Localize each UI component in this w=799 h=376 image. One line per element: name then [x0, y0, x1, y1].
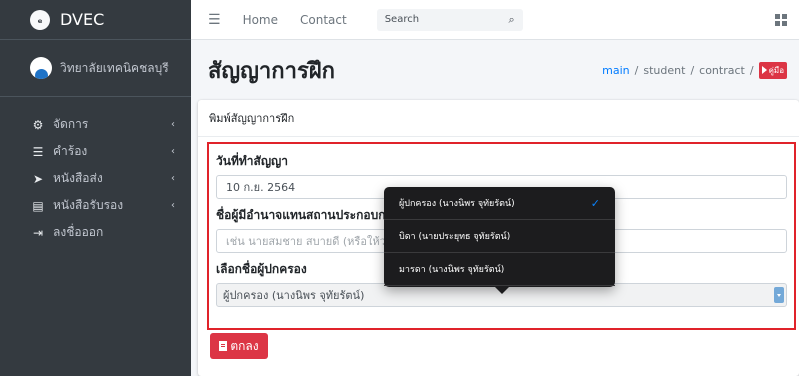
breadcrumb: main / student / contract / คู่มือ [602, 61, 787, 79]
nav-link-home[interactable]: Home [243, 13, 278, 27]
dropdown-option-mother[interactable]: มารดา (นางนิพร จุทัยรัตน์) [384, 253, 615, 286]
contract-date-label: วันที่ทำสัญญา [216, 154, 289, 168]
list-icon: ☰ [32, 144, 44, 159]
brand-logo-mark: ₑ [37, 13, 43, 26]
search-placeholder: Search [384, 14, 420, 25]
breadcrumb-contract: contract [699, 63, 745, 77]
sidebar-item-sign-out[interactable]: ⇥ ลงชื่อออก [0, 219, 191, 246]
sidebar-item-requests[interactable]: ☰ คำร้อง ‹ [0, 138, 191, 165]
submit-button[interactable]: ตกลง [210, 333, 268, 359]
certificate-icon: ▤ [32, 198, 44, 213]
sidebar: ₑ DVEC วิทยาลัยเทคนิคชลบุรี ⚙ จัดการ ‹ ☰… [0, 0, 191, 376]
dropdown-pointer [494, 286, 510, 294]
sidebar-item-label: ลงชื่อออก [53, 225, 104, 239]
card-title: พิมพ์สัญญาการฝึก [198, 100, 799, 137]
search-input[interactable]: Search ⌕ [376, 8, 523, 31]
breadcrumb-student: student [643, 63, 686, 77]
dropdown-option-father[interactable]: บิดา (นายประยุทธ จุทัยรัตน์) [384, 220, 615, 253]
breadcrumb-separator: / [634, 63, 639, 77]
sidebar-item-outgoing-letters[interactable]: ➤ หนังสือส่ง ‹ [0, 165, 191, 192]
guardian-dropdown-menu: ผู้ปกครอง (นางนิพร จุทัยรัตน์) ✓ บิดา (น… [384, 187, 615, 294]
chevron-left-icon: ‹ [171, 200, 175, 211]
chevron-left-icon: ‹ [171, 173, 175, 184]
breadcrumb-separator: / [690, 63, 695, 77]
content-header: สัญญาการฝึก main / student / contract / … [191, 40, 799, 100]
check-icon: ✓ [590, 196, 600, 210]
top-navbar: ☰ Home Contact Search ⌕ [191, 0, 799, 40]
dropdown-option-label: มารดา (นางนิพร จุทัยรัตน์) [399, 265, 505, 275]
chevron-left-icon: ‹ [171, 146, 175, 157]
document-icon [219, 341, 228, 351]
brand[interactable]: ₑ DVEC [0, 0, 191, 40]
manual-button-label: คู่มือ [768, 65, 784, 75]
chevron-left-icon: ‹ [171, 119, 175, 130]
user-icon [34, 69, 48, 79]
dropdown-option-label: บิดา (นายประยุทธ จุทัยรัตน์) [399, 232, 511, 242]
play-icon [761, 66, 767, 74]
sign-out-icon: ⇥ [32, 225, 44, 240]
send-icon: ➤ [32, 171, 44, 186]
sidebar-item-label: หนังสือส่ง [53, 171, 103, 185]
sidebar-item-label: จัดการ [53, 117, 89, 131]
sidebar-item-manage[interactable]: ⚙ จัดการ ‹ [0, 111, 191, 138]
sidebar-nav: ⚙ จัดการ ‹ ☰ คำร้อง ‹ ➤ หนังสือส่ง ‹ ▤ ห… [0, 97, 191, 246]
gears-icon: ⚙ [32, 117, 44, 132]
breadcrumb-separator: / [749, 63, 754, 77]
sidebar-item-certificates[interactable]: ▤ หนังสือรับรอง ‹ [0, 192, 191, 219]
search-icon[interactable]: ⌕ [509, 13, 515, 27]
dropdown-option-guardian[interactable]: ผู้ปกครอง (นางนิพร จุทัยรัตน์) ✓ [384, 187, 615, 220]
avatar [30, 57, 52, 79]
user-panel[interactable]: วิทยาลัยเทคนิคชลบุรี [0, 40, 191, 97]
hamburger-menu-icon[interactable]: ☰ [208, 12, 221, 28]
guardian-select-value: ผู้ปกครอง (นางนิพร จุทัยรัตน์) [223, 289, 365, 302]
apps-grid-icon[interactable] [775, 14, 787, 26]
chevron-down-icon[interactable] [774, 287, 784, 303]
sidebar-item-label: คำร้อง [53, 144, 88, 158]
brand-name: DVEC [60, 10, 105, 29]
submit-button-label: ตกลง [230, 338, 259, 353]
breadcrumb-main-link[interactable]: main [602, 64, 629, 77]
sidebar-item-label: หนังสือรับรอง [53, 198, 124, 212]
page-title: สัญญาการฝึก [208, 58, 335, 84]
brand-logo-icon: ₑ [30, 9, 50, 30]
user-name: วิทยาลัยเทคนิคชลบุรี [60, 60, 169, 75]
manual-button[interactable]: คู่มือ [758, 61, 787, 79]
nav-link-contact[interactable]: Contact [300, 13, 347, 27]
dropdown-option-label: ผู้ปกครอง (นางนิพร จุทัยรัตน์) [399, 199, 515, 209]
